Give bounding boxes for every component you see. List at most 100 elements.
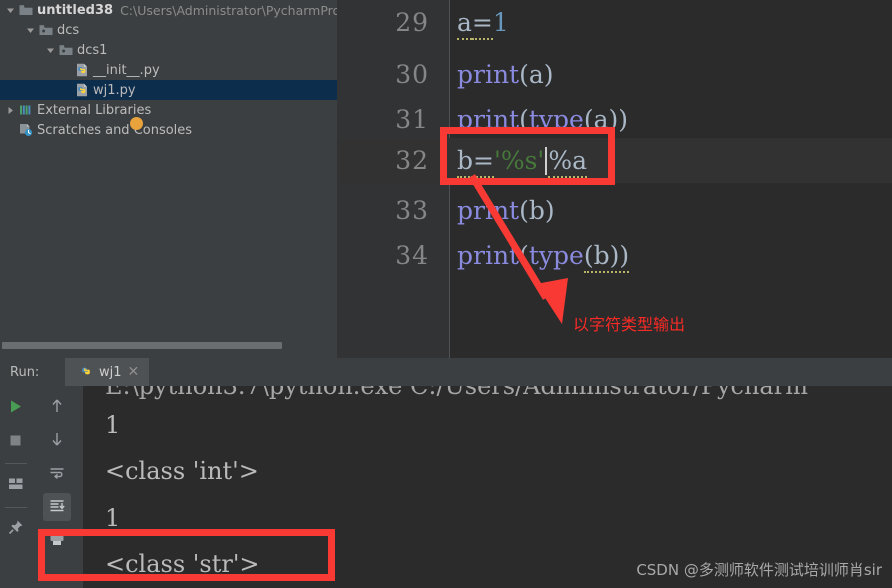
code-token-operator: = bbox=[471, 8, 493, 40]
tree-item-init-py[interactable]: __init__.py bbox=[0, 60, 337, 80]
tree-item-label: Scratches and Consoles bbox=[37, 122, 193, 138]
code-token-args: (b) bbox=[519, 196, 555, 225]
tree-item-wj1-py[interactable]: wj1.py bbox=[0, 80, 337, 100]
code-token-paren: ( bbox=[519, 105, 529, 134]
code-token-function: print bbox=[457, 196, 520, 225]
library-icon bbox=[17, 104, 35, 116]
chevron-down-icon[interactable] bbox=[44, 46, 57, 55]
watermark-label: CSDN @多测师软件测试培训师肖sir bbox=[636, 561, 882, 579]
up-button[interactable] bbox=[43, 394, 71, 422]
code-token-function: print bbox=[457, 241, 520, 270]
close-icon[interactable]: ✕ bbox=[128, 365, 140, 379]
text-caret bbox=[545, 147, 548, 175]
stop-button[interactable] bbox=[2, 427, 30, 455]
tree-item-label: dcs bbox=[57, 22, 80, 38]
print-button[interactable] bbox=[43, 526, 71, 554]
tree-item-label: wj1.py bbox=[93, 82, 136, 98]
toolbar-separator bbox=[4, 463, 27, 464]
code-line-29[interactable]: 29 a=1 bbox=[337, 0, 892, 45]
tree-item-dcs1[interactable]: dcs1 bbox=[0, 40, 337, 60]
code-token-string: '%s' bbox=[493, 146, 545, 175]
code-editor[interactable]: 29 a=1 30 print(a) 31 print(type(a)) 32 … bbox=[337, 0, 892, 358]
down-button[interactable] bbox=[43, 427, 71, 455]
run-toolbar-primary bbox=[0, 386, 31, 588]
arrow-up-icon bbox=[50, 398, 64, 418]
line-number: 30 bbox=[395, 60, 429, 89]
chevron-down-icon[interactable] bbox=[4, 6, 17, 15]
scroll-end-icon bbox=[49, 498, 65, 517]
chevron-right-icon[interactable] bbox=[4, 106, 17, 115]
pin-icon bbox=[8, 519, 24, 539]
rerun-button[interactable] bbox=[2, 394, 30, 422]
toolbar-separator bbox=[4, 507, 27, 508]
layout-button[interactable] bbox=[2, 471, 30, 499]
python-file-icon bbox=[73, 83, 91, 97]
code-token-number: 1 bbox=[492, 8, 509, 37]
code-token-paren: ( bbox=[519, 241, 529, 270]
annotation-label: 以字符类型输出 bbox=[573, 315, 686, 334]
tree-item-label: dcs1 bbox=[77, 42, 108, 58]
code-line-30[interactable]: 30 print(a) bbox=[337, 52, 892, 97]
layout-icon bbox=[8, 476, 24, 495]
tree-item-external-libraries[interactable]: External Libraries bbox=[0, 100, 337, 120]
code-line-32[interactable]: 32 b='%s' %a bbox=[337, 138, 892, 183]
play-icon bbox=[8, 399, 23, 418]
print-icon bbox=[49, 531, 65, 550]
code-token-function: print bbox=[457, 60, 520, 89]
code-token-var: a bbox=[457, 8, 472, 40]
code-content: print(a) bbox=[441, 60, 554, 89]
project-horizontal-scrollbar[interactable] bbox=[0, 341, 337, 350]
stop-icon bbox=[9, 432, 22, 451]
tree-item-dcs[interactable]: dcs bbox=[0, 20, 337, 40]
pin-button[interactable] bbox=[2, 515, 30, 543]
run-tab-bar: Run: wj1 ✕ bbox=[0, 358, 892, 386]
line-number: 32 bbox=[395, 146, 429, 175]
python-file-icon bbox=[79, 363, 93, 382]
tree-item-label: External Libraries bbox=[37, 102, 152, 118]
code-line-33[interactable]: 33 print(b) bbox=[337, 188, 892, 233]
console-output[interactable]: E:\python3.7\python.exe C:/Users/Adminis… bbox=[83, 386, 892, 588]
run-tab-wj1[interactable]: wj1 ✕ bbox=[65, 358, 150, 386]
code-token-format: %a bbox=[548, 146, 587, 178]
scrollbar-thumb[interactable] bbox=[2, 342, 282, 349]
code-token-args: (b)) bbox=[583, 241, 630, 273]
tree-item-label: __init__.py bbox=[93, 62, 160, 78]
code-content: b='%s' %a bbox=[441, 146, 587, 178]
console-output-line: <class 'int'> bbox=[105, 457, 259, 485]
module-folder-icon bbox=[57, 44, 75, 56]
console-output-line: <class 'str'> bbox=[105, 550, 260, 578]
intention-bulb-icon[interactable] bbox=[130, 117, 143, 130]
pycharm-window: untitled38 C:\Users\Administrator\Pychar… bbox=[0, 0, 892, 588]
python-file-icon bbox=[73, 63, 91, 77]
scroll-to-end-button[interactable] bbox=[43, 493, 71, 521]
code-token-type: type bbox=[528, 105, 584, 134]
code-token-type: type bbox=[528, 241, 584, 270]
soft-wrap-button[interactable] bbox=[43, 460, 71, 488]
console-output-line: 1 bbox=[105, 504, 121, 532]
run-toolbar-secondary bbox=[31, 386, 83, 588]
project-root-row[interactable]: untitled38 C:\Users\Administrator\Pychar… bbox=[0, 0, 337, 20]
project-root-path: C:\Users\Administrator\PycharmProjects bbox=[120, 2, 337, 18]
project-root-label: untitled38 bbox=[37, 2, 114, 18]
code-content: a=1 bbox=[441, 8, 509, 40]
console-command-line: E:\python3.7\python.exe C:/Users/Adminis… bbox=[105, 386, 808, 400]
run-label: Run: bbox=[10, 364, 40, 380]
wrap-icon bbox=[49, 465, 65, 484]
line-number: 34 bbox=[395, 241, 429, 270]
code-token-function: print bbox=[457, 105, 520, 134]
console-output-line: 1 bbox=[105, 411, 121, 439]
chevron-down-icon[interactable] bbox=[24, 26, 37, 35]
scratches-icon bbox=[17, 123, 35, 137]
folder-icon bbox=[17, 4, 35, 16]
code-line-34[interactable]: 34 print(type(b)) bbox=[337, 233, 892, 278]
project-tool-window: untitled38 C:\Users\Administrator\Pychar… bbox=[0, 0, 337, 358]
module-folder-icon bbox=[37, 24, 55, 36]
code-token-operator: = bbox=[473, 146, 494, 178]
line-number: 29 bbox=[395, 8, 429, 37]
line-number: 33 bbox=[395, 196, 429, 225]
code-token-args: (a)) bbox=[583, 105, 629, 134]
tree-item-scratches-consoles[interactable]: Scratches and Consoles bbox=[0, 120, 337, 140]
line-number: 31 bbox=[395, 105, 429, 134]
code-line-31[interactable]: 31 print(type(a)) bbox=[337, 97, 892, 142]
run-tool-window: Run: wj1 ✕ E:\python3.7\python.exe C:/Us… bbox=[0, 358, 892, 588]
